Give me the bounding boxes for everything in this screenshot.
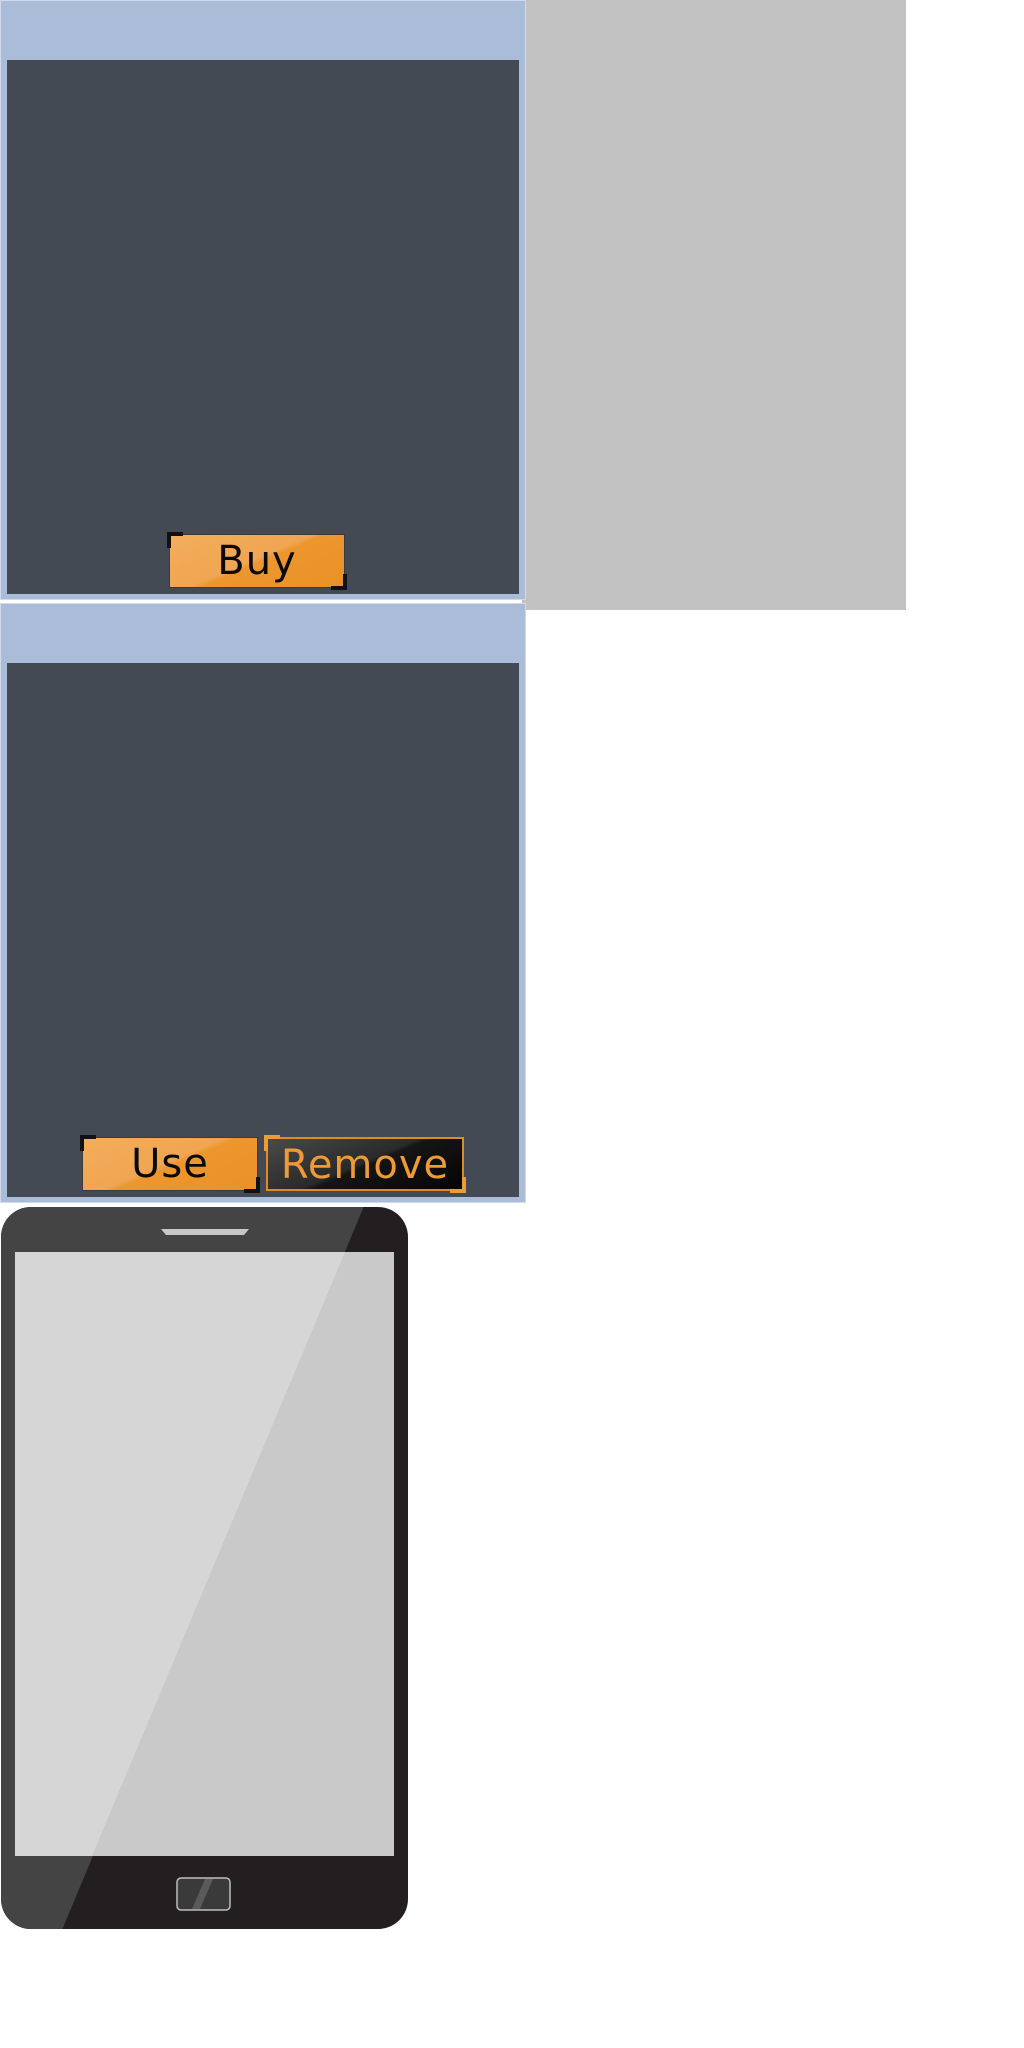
inventory-panel-content (7, 663, 519, 1197)
buy-button-label: Buy (217, 538, 297, 584)
corner-bracket-icon (80, 1135, 96, 1151)
phone-speaker (161, 1229, 249, 1235)
corner-bracket-icon (264, 1135, 280, 1151)
shop-panel (0, 0, 526, 600)
backdrop-panel (522, 0, 906, 610)
corner-bracket-icon (450, 1177, 466, 1193)
remove-button[interactable]: Remove (264, 1135, 466, 1193)
use-button[interactable]: Use (80, 1135, 260, 1193)
corner-bracket-icon (331, 574, 347, 590)
inventory-panel (0, 603, 526, 1203)
corner-bracket-icon (167, 532, 183, 548)
smartphone-icon (1, 1207, 408, 1929)
buy-button[interactable]: Buy (167, 532, 347, 590)
shop-panel-content (7, 60, 519, 594)
use-button-label: Use (131, 1141, 209, 1187)
corner-bracket-icon (244, 1177, 260, 1193)
remove-button-label: Remove (280, 1142, 450, 1188)
